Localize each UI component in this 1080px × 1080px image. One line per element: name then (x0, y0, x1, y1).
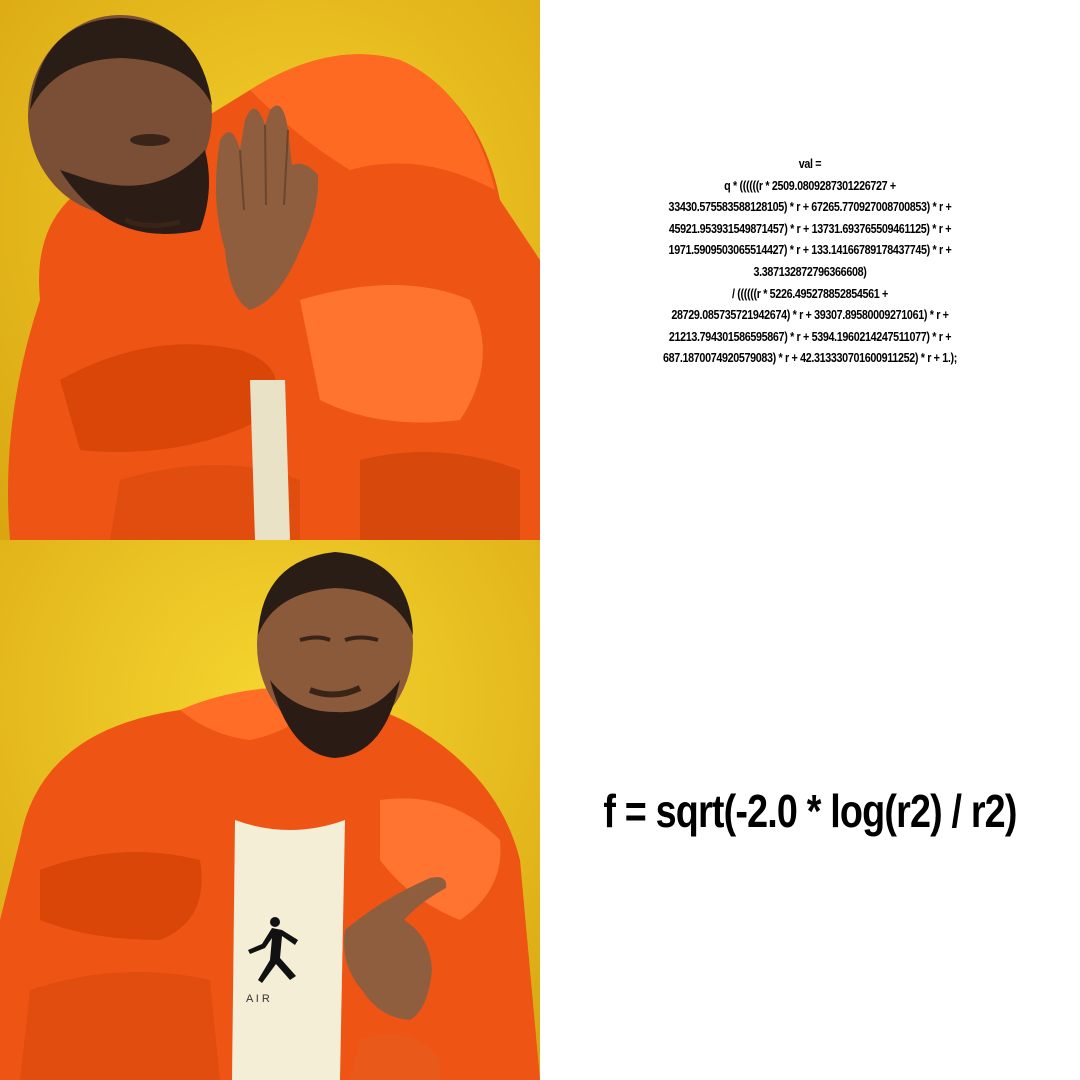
shirt-text: A I R (246, 993, 270, 1005)
top-reject-image (0, 0, 540, 540)
concise-code-snippet: f = sqrt(-2.0 * log(r2) / r2) (603, 785, 1017, 837)
bottom-approve-panel: f = sqrt(-2.0 * log(r2) / r2) (540, 540, 1080, 1080)
bottom-approve-image: A I R (0, 540, 540, 1080)
drake-meme: val = q * ((((((r * 2509.080928730122672… (0, 0, 1080, 1080)
top-reject-panel: val = q * ((((((r * 2509.080928730122672… (540, 0, 1080, 540)
drake-approving-illustration: A I R (0, 540, 540, 1080)
verbose-code-snippet: val = q * ((((((r * 2509.080928730122672… (662, 157, 958, 366)
drake-disapproving-illustration (0, 0, 540, 540)
